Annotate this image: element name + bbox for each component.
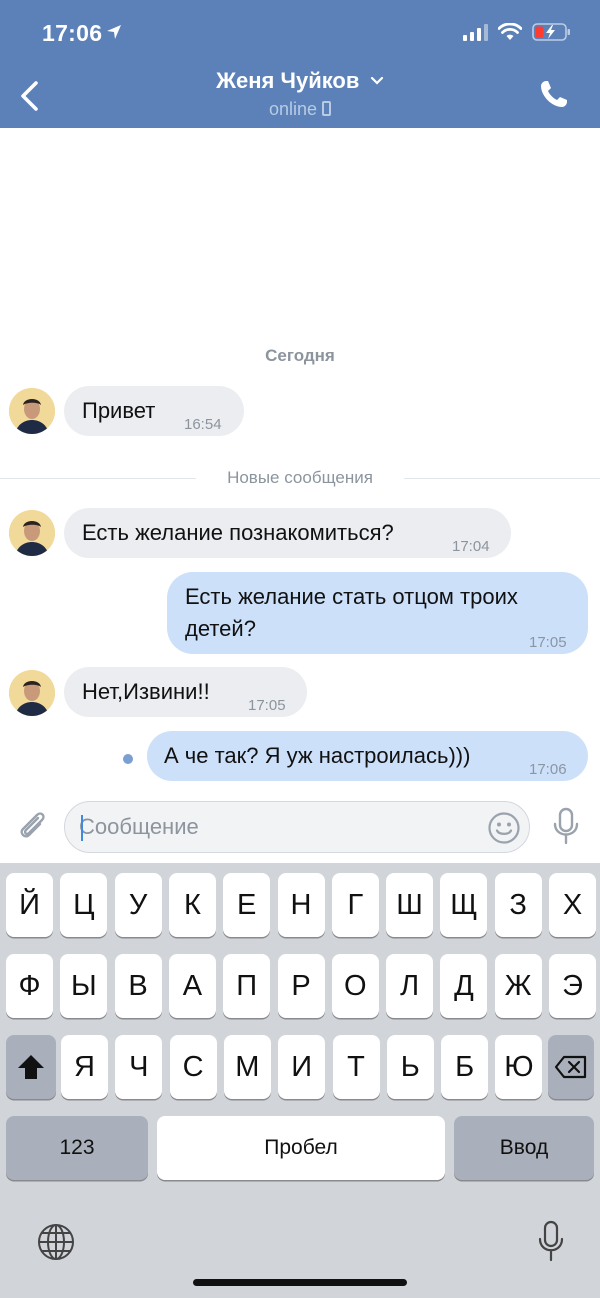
avatar[interactable] xyxy=(9,388,55,434)
letter-key[interactable]: Ы xyxy=(60,954,108,1018)
letter-key[interactable]: В xyxy=(114,954,162,1018)
chat-screen: 17:06 Женя Чуйков online Сегодня Привет … xyxy=(0,0,600,1298)
letter-key[interactable]: Ь xyxy=(386,1035,434,1099)
letter-key[interactable]: К xyxy=(168,873,216,937)
mobile-device-icon xyxy=(322,101,332,116)
letter-key[interactable]: Ж xyxy=(494,954,542,1018)
chevron-down-icon xyxy=(370,76,383,85)
space-key[interactable]: Пробел xyxy=(157,1116,445,1180)
letter-key[interactable]: Д xyxy=(440,954,488,1018)
letter-key[interactable]: И xyxy=(278,1035,326,1099)
message-input[interactable] xyxy=(79,802,479,852)
letter-key[interactable]: Г xyxy=(331,873,379,937)
message-time: 17:05 xyxy=(248,697,286,714)
online-status: online xyxy=(0,99,600,120)
letter-key[interactable]: А xyxy=(168,954,216,1018)
enter-key[interactable]: Ввод xyxy=(454,1116,594,1180)
message-text: Нет,Извини!! xyxy=(82,679,210,704)
letter-key[interactable]: С xyxy=(169,1035,217,1099)
text-caret xyxy=(81,815,83,841)
cellular-signal-icon xyxy=(463,23,488,41)
message-time: 17:04 xyxy=(452,538,490,555)
date-separator: Сегодня xyxy=(265,346,335,365)
microphone-icon[interactable] xyxy=(552,807,580,845)
letter-key[interactable]: Ф xyxy=(6,954,53,1018)
home-indicator xyxy=(193,1279,407,1286)
letter-key[interactable]: Й xyxy=(6,873,53,937)
status-bar-indicators xyxy=(463,22,572,42)
message-bubble-incoming[interactable]: Привет 16:54 xyxy=(64,386,244,436)
avatar[interactable] xyxy=(9,510,55,556)
message-time: 17:05 xyxy=(529,634,567,651)
message-bubble-outgoing[interactable]: А че так? Я уж настроилась))) 17:06 xyxy=(147,731,588,781)
globe-icon[interactable] xyxy=(36,1222,76,1262)
message-text: Есть желание стать отцом троих детей? xyxy=(185,584,518,641)
letter-key[interactable]: Т xyxy=(332,1035,380,1099)
letter-key[interactable]: Ш xyxy=(386,873,434,937)
letter-key[interactable]: О xyxy=(331,954,379,1018)
letter-key[interactable]: Б xyxy=(441,1035,489,1099)
new-messages-divider: Новые сообщения xyxy=(0,466,600,490)
avatar[interactable] xyxy=(9,670,55,716)
message-bubble-incoming[interactable]: Есть желание познакомиться? 17:04 xyxy=(64,508,511,558)
letter-key[interactable]: Я xyxy=(61,1035,108,1099)
backspace-icon xyxy=(554,1055,587,1079)
paperclip-icon[interactable] xyxy=(16,809,50,843)
message-time: 17:06 xyxy=(529,761,567,778)
shift-key[interactable] xyxy=(6,1035,56,1099)
letter-key[interactable]: Щ xyxy=(440,873,488,937)
online-status-text: online xyxy=(268,99,318,119)
letter-key[interactable]: Л xyxy=(386,954,434,1018)
message-text: Есть желание познакомиться? xyxy=(82,520,394,545)
chat-title: Женя Чуйков xyxy=(216,68,360,93)
wifi-icon xyxy=(498,23,522,40)
battery-charging-icon xyxy=(532,23,570,41)
backspace-key[interactable] xyxy=(548,1035,594,1099)
message-composer xyxy=(0,795,600,863)
letter-key[interactable]: Э xyxy=(549,954,596,1018)
message-bubble-incoming[interactable]: Нет,Извини!! 17:05 xyxy=(64,667,307,717)
message-time: 16:54 xyxy=(184,416,222,433)
message-text: А че так? Я уж настроилась))) xyxy=(164,743,471,768)
letter-key[interactable]: У xyxy=(114,873,162,937)
letter-key[interactable]: Н xyxy=(277,873,325,937)
letter-key[interactable]: Е xyxy=(223,873,271,937)
letter-key[interactable]: Х xyxy=(549,873,596,937)
letter-key[interactable]: П xyxy=(223,954,271,1018)
dictation-microphone-icon[interactable] xyxy=(538,1220,564,1262)
letter-key[interactable]: М xyxy=(223,1035,271,1099)
message-text: Привет xyxy=(82,398,156,423)
letter-key[interactable]: Ч xyxy=(115,1035,163,1099)
message-input-wrapper xyxy=(64,801,530,853)
chat-header: 17:06 Женя Чуйков online xyxy=(0,0,600,128)
letter-key[interactable]: Ю xyxy=(495,1035,543,1099)
emoji-smile-icon[interactable] xyxy=(487,811,521,845)
letter-key[interactable]: З xyxy=(494,873,542,937)
letter-key[interactable]: Р xyxy=(277,954,325,1018)
letter-key[interactable]: Ц xyxy=(60,873,108,937)
location-arrow-icon xyxy=(107,25,121,39)
phone-call-icon[interactable] xyxy=(538,78,570,110)
chat-title-button[interactable]: Женя Чуйков xyxy=(0,68,600,94)
message-bubble-outgoing[interactable]: Есть желание стать отцом троих детей? 17… xyxy=(167,572,588,654)
status-bar-time: 17:06 xyxy=(42,20,103,46)
unread-indicator xyxy=(123,754,133,764)
numbers-key[interactable]: 123 xyxy=(6,1116,148,1180)
shift-arrow-icon xyxy=(18,1055,44,1079)
new-messages-label: Новые сообщения xyxy=(227,468,373,487)
